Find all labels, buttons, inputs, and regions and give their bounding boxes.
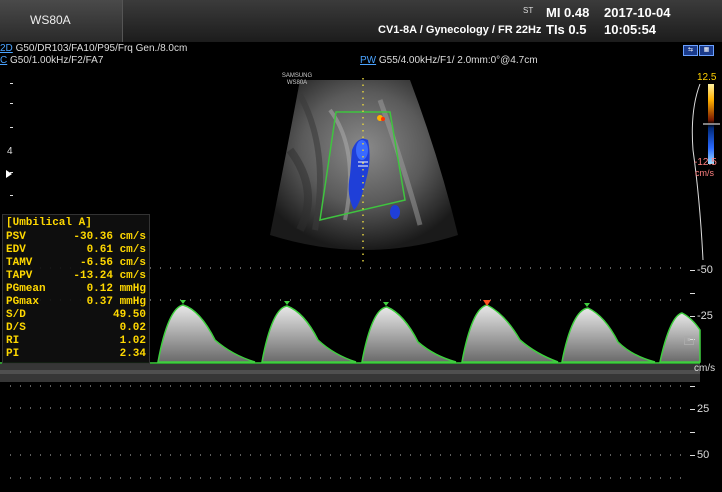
watermark-line1: SAMSUNG (281, 73, 313, 79)
sd-label: S/D (6, 309, 26, 321)
velocity-tick-minus50: -50 (697, 264, 713, 276)
measurement-row: RI 1.02 (6, 335, 148, 348)
tapv-label: TAPV (6, 270, 33, 282)
velocity-tick-minus25: -25 (697, 310, 713, 322)
pi-label: PI (6, 348, 20, 360)
measurement-title: [Umbilical A] (6, 217, 92, 229)
psv-value: -30.36 cm/s (73, 231, 146, 243)
watermark-line2: WS80A (286, 80, 308, 86)
measurement-row: TAPV -13.24 cm/s (6, 270, 148, 283)
sd-value: 49.50 (112, 309, 146, 321)
measurement-panel: [Umbilical A] PSV -30.36 cm/s EDV 0.61 cm/… (2, 214, 150, 364)
pgmax-value: 0.37 mmHg (86, 296, 146, 308)
color-scale-bottom: -12.5 (694, 157, 717, 168)
psv-label: PSV (6, 231, 26, 243)
color-scale-top: 12.5 (697, 72, 717, 83)
ri-value: 1.02 (119, 335, 146, 347)
focus-marker (6, 170, 12, 178)
doppler-waveforms (157, 304, 701, 363)
measurement-row: PSV -30.36 cm/s (6, 231, 148, 244)
measurement-row: EDV 0.61 cm/s (6, 244, 148, 257)
tamv-label: TAMV (6, 257, 33, 269)
edv-value: 0.61 cm/s (86, 244, 146, 256)
measurement-row: PI 2.34 (6, 348, 148, 361)
pgmax-label: PGmax (6, 296, 40, 308)
watermark: SAMSUNG WS80A (280, 73, 314, 87)
tamv-value: -6.56 cm/s (79, 257, 146, 269)
measurement-row: TAMV -6.56 cm/s (6, 257, 148, 270)
pi-value: 2.34 (119, 348, 146, 360)
pgmean-label: PGmean (6, 283, 46, 295)
wave-icon[interactable]: ≡ (684, 336, 694, 345)
ri-label: RI (6, 335, 20, 347)
measurement-row: PGmax 0.37 mmHg (6, 296, 148, 309)
measurement-row: D/S 0.02 (6, 322, 148, 335)
pgmean-value: 0.12 mmHg (86, 283, 146, 295)
tapv-value: -13.24 cm/s (73, 270, 146, 282)
ds-label: D/S (6, 322, 26, 334)
measurement-row: S/D 49.50 (6, 309, 148, 322)
edv-label: EDV (6, 244, 26, 256)
depth-ticks (10, 83, 13, 196)
measurement-row: PGmean 0.12 mmHg (6, 283, 148, 296)
velocity-tick-25: 25 (697, 403, 710, 415)
velocity-tick-50: 50 (697, 449, 710, 461)
ds-value: 0.02 (119, 322, 146, 334)
depth-marker: 4 (7, 146, 13, 157)
velocity-unit: cm/s (694, 363, 716, 374)
color-scale-unit: cm/s (695, 168, 714, 178)
